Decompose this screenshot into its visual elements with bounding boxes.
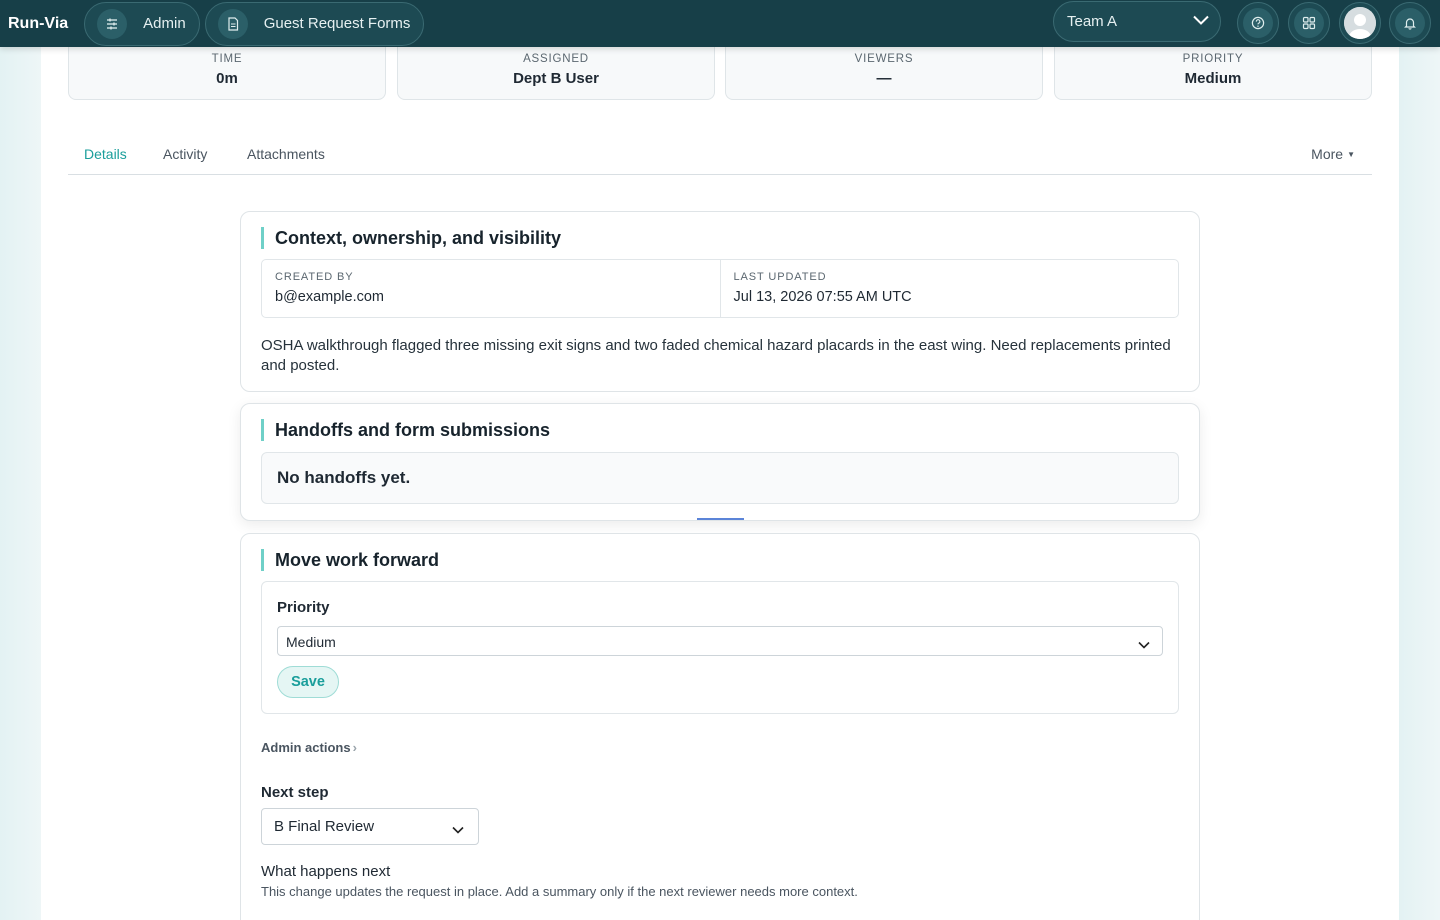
meta-label: CREATED BY bbox=[275, 271, 354, 283]
section-title: Context, ownership, and visibility bbox=[261, 227, 561, 249]
team-select[interactable]: Team A bbox=[1053, 1, 1221, 42]
chevron-right-icon: › bbox=[352, 740, 357, 755]
move-work-card: Move work forward Priority Medium Save A… bbox=[240, 533, 1200, 920]
stat-label: PRIORITY bbox=[1182, 53, 1244, 65]
stat-value: Dept B User bbox=[513, 70, 599, 87]
admin-actions-toggle[interactable]: Admin actions › bbox=[261, 740, 357, 755]
bell-icon bbox=[1395, 8, 1425, 38]
brand-logo[interactable]: Run-Via bbox=[8, 15, 68, 33]
tab-attachments[interactable]: Attachments bbox=[247, 146, 325, 162]
stat-value: 0m bbox=[216, 70, 238, 87]
last-updated-cell: LAST UPDATED Jul 13, 2026 07:55 AM UTC bbox=[719, 260, 1179, 317]
forms-nav-label: Guest Request Forms bbox=[263, 15, 411, 32]
sliders-icon bbox=[97, 8, 128, 39]
meta-label: LAST UPDATED bbox=[733, 271, 827, 283]
tab-details[interactable]: Details bbox=[84, 146, 127, 162]
stat-value: Medium bbox=[1184, 70, 1242, 87]
stat-card-priority: PRIORITY Medium bbox=[1054, 40, 1372, 100]
section-title: Handoffs and form submissions bbox=[261, 419, 550, 441]
next-step-label: Next step bbox=[261, 784, 329, 801]
page-background-left bbox=[0, 0, 42, 920]
top-navbar: Run-Via Admin Guest Request Forms Team A bbox=[0, 0, 1440, 47]
user-avatar-button[interactable] bbox=[1339, 2, 1381, 44]
stat-card-assigned: ASSIGNED Dept B User bbox=[397, 40, 715, 100]
apps-button[interactable] bbox=[1288, 2, 1330, 44]
admin-nav-button[interactable]: Admin bbox=[84, 1, 200, 46]
what-next-text: This change updates the request in place… bbox=[261, 884, 858, 899]
admin-actions-label: Admin actions bbox=[261, 740, 351, 755]
admin-nav-label: Admin bbox=[143, 15, 186, 32]
priority-select-value: Medium bbox=[286, 634, 336, 650]
help-button[interactable] bbox=[1237, 2, 1279, 44]
tab-bar: Details Activity Attachments More ▼ bbox=[68, 140, 1372, 175]
priority-form: Priority Medium Save bbox=[261, 581, 1179, 714]
stat-label: ASSIGNED bbox=[523, 53, 589, 65]
avatar bbox=[1344, 7, 1376, 39]
stat-label: TIME bbox=[211, 53, 243, 65]
tab-more-label: More bbox=[1311, 146, 1344, 162]
help-icon bbox=[1243, 8, 1273, 38]
chevron-down-icon bbox=[1192, 13, 1210, 30]
next-step-select[interactable]: B Final Review bbox=[261, 808, 479, 845]
meta-value: b@example.com bbox=[275, 289, 385, 305]
chevron-down-icon bbox=[452, 821, 464, 838]
context-card: Context, ownership, and visibility CREAT… bbox=[240, 211, 1200, 392]
notifications-button[interactable] bbox=[1389, 2, 1431, 44]
tab-activity[interactable]: Activity bbox=[163, 146, 207, 162]
section-title: Move work forward bbox=[261, 549, 439, 571]
meta-value: Jul 13, 2026 07:55 AM UTC bbox=[733, 289, 912, 305]
created-by-cell: CREATED BY b@example.com bbox=[262, 260, 720, 317]
guest-request-forms-button[interactable]: Guest Request Forms bbox=[204, 1, 425, 46]
team-select-value: Team A bbox=[1067, 13, 1118, 30]
stat-card-time: TIME 0m bbox=[68, 40, 386, 100]
loading-indicator bbox=[697, 518, 744, 520]
save-button[interactable]: Save bbox=[277, 666, 339, 698]
stat-label: VIEWERS bbox=[854, 53, 914, 65]
tab-more[interactable]: More ▼ bbox=[1311, 146, 1355, 162]
handoffs-card: Handoffs and form submissions No handoff… bbox=[240, 403, 1200, 521]
meta-box: CREATED BY b@example.com LAST UPDATED Ju… bbox=[261, 259, 1179, 318]
next-step-value: B Final Review bbox=[274, 818, 375, 835]
page-background-right bbox=[1398, 0, 1440, 920]
stat-card-viewers: VIEWERS — bbox=[725, 40, 1043, 100]
priority-select[interactable]: Medium bbox=[277, 626, 1163, 656]
chevron-down-icon bbox=[1138, 636, 1150, 652]
grid-icon bbox=[1294, 8, 1324, 38]
request-description: OSHA walkthrough flagged three missing e… bbox=[261, 337, 1171, 374]
what-next-title: What happens next bbox=[261, 863, 391, 880]
document-icon bbox=[217, 8, 248, 39]
priority-label: Priority bbox=[277, 599, 330, 616]
stat-value: — bbox=[876, 70, 892, 87]
empty-state: No handoffs yet. bbox=[261, 452, 1179, 504]
caret-down-icon: ▼ bbox=[1347, 150, 1355, 159]
